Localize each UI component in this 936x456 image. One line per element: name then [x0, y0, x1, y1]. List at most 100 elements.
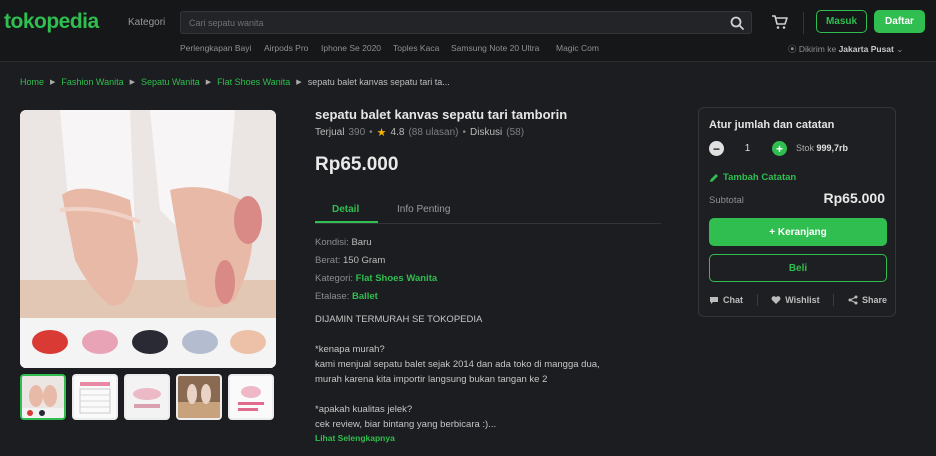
tab-info-penting[interactable]: Info Penting: [397, 204, 450, 215]
chevron-right-icon: ▶: [296, 79, 302, 86]
register-button[interactable]: Daftar: [874, 10, 925, 33]
separator-dot: •: [369, 127, 373, 138]
qty-decrement-button[interactable]: −: [709, 141, 724, 156]
detail-etalase: Etalase: Ballet: [315, 291, 378, 302]
heart-icon: [771, 296, 781, 304]
breadcrumb-item[interactable]: Flat Shoes Wanita: [217, 77, 290, 87]
breadcrumb-current: sepatu balet kanvas sepatu tari ta...: [307, 77, 450, 87]
description-line: cek review, biar bintang yang berbicara …: [315, 419, 497, 430]
search-input[interactable]: [189, 15, 709, 30]
separator-dot: •: [462, 127, 466, 138]
quantity-input[interactable]: 1: [735, 143, 760, 154]
share-button[interactable]: Share: [848, 295, 887, 305]
kategori-link[interactable]: Flat Shoes Wanita: [356, 273, 437, 284]
product-meta: Terjual 390 • ★ 4.8 (88 ulasan) • Diskus…: [315, 126, 524, 139]
purchase-panel: Atur jumlah dan catatan − 1 + Stok 999,7…: [698, 107, 896, 317]
suggestion-link[interactable]: Iphone Se 2020: [321, 43, 381, 53]
wishlist-button[interactable]: Wishlist: [771, 295, 820, 305]
panel-title: Atur jumlah dan catatan: [709, 119, 835, 131]
thumbnail-strip: [20, 374, 274, 420]
discussion-label[interactable]: Diskusi: [470, 127, 502, 138]
chat-button[interactable]: Chat: [709, 295, 743, 305]
etalase-label: Etalase:: [315, 291, 350, 302]
active-tab-indicator: [315, 221, 378, 223]
detail-kondisi: Kondisi: Baru: [315, 237, 372, 248]
thumbnail-image[interactable]: [20, 374, 66, 420]
berat-label: Berat:: [315, 255, 341, 266]
rating-value: 4.8: [390, 127, 405, 138]
pencil-icon: [710, 173, 718, 182]
thumbnail-image[interactable]: [228, 374, 274, 420]
thumbnail-image[interactable]: [124, 374, 170, 420]
stock-value: 999,7rb: [816, 143, 849, 153]
tab-detail[interactable]: Detail: [332, 204, 359, 215]
etalase-link[interactable]: Ballet: [352, 291, 378, 302]
thumbnail-image[interactable]: [72, 374, 118, 420]
search-icon[interactable]: [729, 15, 745, 31]
breadcrumb: Home ▶ Fashion Wanita ▶ Sepatu Wanita ▶ …: [20, 77, 450, 87]
share-label: Share: [861, 295, 887, 305]
qty-increment-button[interactable]: +: [772, 141, 787, 156]
breadcrumb-item[interactable]: Fashion Wanita: [61, 77, 123, 87]
product-tabs: Detail Info Penting: [315, 197, 661, 224]
kategori-label: Kategori:: [315, 273, 354, 284]
suggestion-link[interactable]: Toples Kaca: [393, 43, 439, 53]
sold-label: Terjual: [315, 127, 345, 138]
panel-actions: Chat Wishlist Share: [709, 294, 887, 306]
chat-label: Chat: [723, 295, 743, 305]
tokopedia-logo[interactable]: tokopedia: [4, 10, 99, 34]
thumbnail-image[interactable]: [176, 374, 222, 420]
sold-count: 390: [348, 127, 366, 138]
login-button[interactable]: Masuk: [816, 10, 867, 33]
description-line: murah karena kita importir langsung buka…: [315, 374, 548, 385]
kondisi-label: Kondisi:: [315, 237, 349, 248]
add-note-button[interactable]: Tambah Catatan: [709, 172, 796, 183]
product-title: sepatu balet kanvas sepatu tari tamborin: [315, 107, 568, 122]
stock-info: Stok 999,7rb: [796, 143, 848, 153]
detail-kategori: Kategori: Flat Shoes Wanita: [315, 273, 437, 284]
chevron-right-icon: ▶: [205, 79, 212, 86]
see-more-link[interactable]: Lihat Selengkapnya: [315, 433, 395, 443]
stock-label: Stok: [796, 143, 815, 153]
subtotal-label: Subtotal: [709, 195, 744, 206]
chevron-right-icon: ▶: [50, 79, 56, 86]
add-to-cart-button[interactable]: + Keranjang: [709, 218, 887, 246]
cart-icon[interactable]: [771, 14, 789, 30]
ballet-shoes-illustration: [20, 110, 276, 368]
chevron-down-icon: ⌄: [896, 44, 904, 54]
kondisi-value: Baru: [351, 237, 372, 248]
description-line: *apakah kualitas jelek?: [315, 404, 413, 415]
review-count[interactable]: (88 ulasan): [408, 127, 458, 138]
action-divider: [833, 294, 835, 306]
subtotal-value: Rp65.000: [823, 190, 885, 206]
suggestion-link[interactable]: Magic Com: [556, 43, 599, 53]
detail-berat: Berat: 150 Gram: [315, 255, 385, 266]
suggestion-link[interactable]: Samsung Note 20 Ultra: [451, 43, 539, 53]
buy-button[interactable]: Beli: [709, 254, 887, 282]
wishlist-label: Wishlist: [785, 295, 820, 305]
location-city: Jakarta Pusat: [838, 44, 894, 54]
kategori-link[interactable]: Kategori: [128, 17, 165, 28]
add-note-label: Tambah Catatan: [723, 172, 797, 183]
product-main-image[interactable]: [20, 110, 276, 368]
action-divider: [756, 294, 758, 306]
top-header: tokopedia Kategori Masuk Daftar Perlengk…: [0, 0, 936, 62]
description-line: DIJAMIN TERMURAH SE TOKOPEDIA: [315, 314, 483, 325]
breadcrumb-item[interactable]: Home: [20, 77, 44, 87]
chevron-right-icon: ▶: [129, 79, 135, 86]
product-price: Rp65.000: [315, 154, 399, 175]
location-pin-icon: ⦿: [788, 44, 797, 54]
shipping-location[interactable]: ⦿ Dikirim ke Jakarta Pusat ⌄: [788, 43, 903, 55]
description-line: kami menjual sepatu balet sejak 2014 dan…: [315, 359, 600, 370]
description-line: *kenapa murah?: [315, 344, 385, 355]
location-prefix: Dikirim ke: [798, 44, 837, 54]
discussion-count: (58): [506, 127, 525, 138]
berat-value: 150 Gram: [343, 255, 386, 266]
header-divider: [803, 12, 804, 34]
search-bar: [180, 11, 752, 34]
suggestion-link[interactable]: Perlengkapan Bayi: [180, 43, 251, 53]
chat-icon: [710, 297, 718, 304]
share-icon: [848, 295, 858, 305]
breadcrumb-item[interactable]: Sepatu Wanita: [141, 77, 200, 87]
suggestion-link[interactable]: Airpods Pro: [264, 43, 308, 53]
